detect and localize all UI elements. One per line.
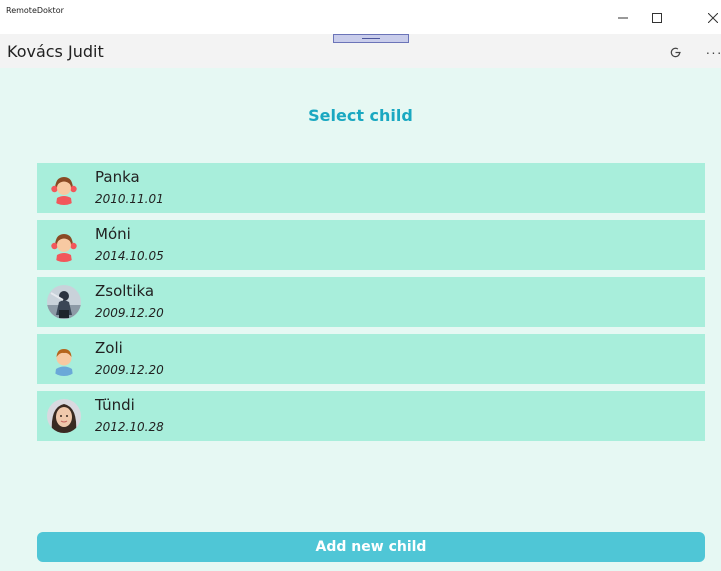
child-name: Panka bbox=[95, 168, 140, 186]
app-header: Kovács Judit ··· bbox=[0, 34, 721, 68]
page-title: Select child bbox=[308, 106, 413, 125]
child-name: Tündi bbox=[95, 396, 135, 414]
minimize-button[interactable] bbox=[610, 6, 636, 30]
boy-avatar-icon bbox=[47, 342, 81, 376]
girl-avatar-icon bbox=[47, 171, 81, 205]
window-titlebar: RemoteDoktor bbox=[0, 0, 721, 34]
child-name: Móni bbox=[95, 225, 131, 243]
close-icon bbox=[708, 13, 718, 23]
child-row-zoli[interactable]: Zoli 2009.12.20 bbox=[37, 334, 705, 384]
maximize-icon bbox=[652, 13, 662, 23]
child-birthdate: 2010.11.01 bbox=[95, 192, 164, 206]
child-row-panka[interactable]: Panka 2010.11.01 bbox=[37, 163, 705, 213]
photo-avatar-icon bbox=[47, 285, 81, 319]
maximize-button[interactable] bbox=[644, 6, 670, 30]
add-new-child-button[interactable]: Add new child bbox=[37, 532, 705, 562]
more-button[interactable]: ··· bbox=[703, 42, 721, 62]
child-name: Zsoltika bbox=[95, 282, 155, 300]
refresh-button[interactable] bbox=[664, 42, 686, 62]
photo-avatar-icon bbox=[47, 399, 81, 433]
child-birthdate: 2014.10.05 bbox=[95, 249, 164, 263]
minimize-icon bbox=[618, 17, 628, 19]
child-name: Zoli bbox=[95, 339, 123, 357]
drag-handle[interactable] bbox=[333, 34, 409, 43]
app-title: RemoteDoktor bbox=[6, 6, 64, 15]
user-name: Kovács Judit bbox=[7, 42, 104, 61]
girl-avatar-icon bbox=[47, 228, 81, 262]
main-content: Select child Panka 2010.11.01 Móni 2014.… bbox=[0, 68, 721, 571]
close-button[interactable] bbox=[700, 6, 721, 30]
refresh-icon bbox=[670, 47, 681, 57]
child-birthdate: 2012.10.28 bbox=[95, 420, 164, 434]
child-birthdate: 2009.12.20 bbox=[95, 306, 164, 320]
child-row-tundi[interactable]: Tündi 2012.10.28 bbox=[37, 391, 705, 441]
child-birthdate: 2009.12.20 bbox=[95, 363, 164, 377]
child-row-moni[interactable]: Móni 2014.10.05 bbox=[37, 220, 705, 270]
child-list: Panka 2010.11.01 Móni 2014.10.05 Zsoltik… bbox=[37, 163, 705, 448]
child-row-zsoltika[interactable]: Zsoltika 2009.12.20 bbox=[37, 277, 705, 327]
